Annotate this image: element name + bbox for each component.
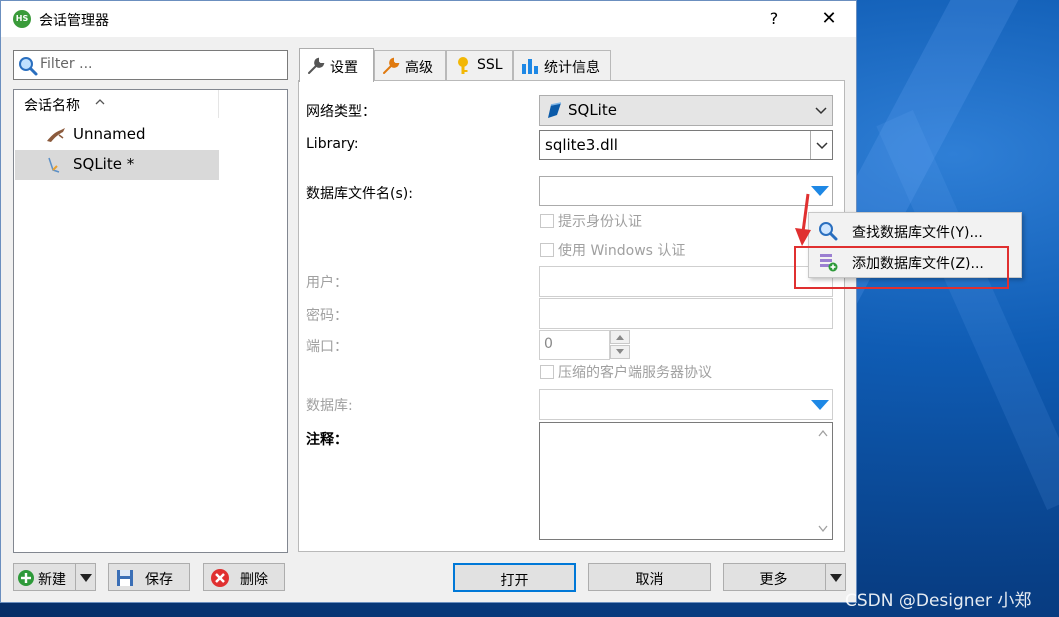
chevron-down-icon [816,142,828,150]
db-filename-input[interactable] [539,176,833,206]
add-icon [18,570,34,586]
port-label: 端口： [306,339,348,355]
save-label: 保存 [145,572,173,588]
network-type-select[interactable]: SQLite [539,95,833,126]
port-input[interactable]: 0 [539,330,610,360]
database-label: 数据库: [306,398,353,414]
cancel-label: 取消 [635,572,664,588]
checkbox-box [540,243,554,257]
port-increment-button[interactable] [610,330,630,344]
dropdown-triangle-icon[interactable] [810,399,830,411]
dropdown-triangle-icon [80,574,92,582]
password-input[interactable] [539,298,833,329]
annotation-arrow-icon [795,193,811,246]
compress-protocol-checkbox[interactable]: 压缩的客户端服务器协议 [540,362,712,382]
library-value: sqlite3.dll [545,136,618,154]
open-button[interactable]: 打开 [453,563,576,592]
delete-label: 删除 [240,572,268,588]
magnifier-icon [819,222,838,241]
save-button[interactable]: 保存 [108,563,190,591]
comment-textarea[interactable] [539,422,833,540]
port-value: 0 [544,336,553,352]
more-dropdown[interactable] [825,564,845,590]
settings-form: 网络类型： SQLite Library: sqlite3.dll 数据库文件名… [0,0,1059,617]
menu-item-label: 查找数据库文件(Y)... [852,225,983,241]
dropdown-triangle-icon [830,574,842,582]
db-filename-label: 数据库文件名(s): [306,186,413,202]
more-label: 更多 [759,572,788,588]
cancel-button[interactable]: 取消 [588,563,711,591]
compress-protocol-label: 压缩的客户端服务器协议 [558,365,712,381]
open-label: 打开 [500,573,529,589]
more-button[interactable]: 更多 [723,563,846,591]
comment-scrollbar[interactable] [814,423,832,539]
new-session-dropdown[interactable] [75,564,95,590]
windows-auth-label: 使用 Windows 认证 [558,243,686,259]
highlight-box [794,246,1009,289]
library-dropdown-button[interactable] [810,131,832,159]
user-input[interactable] [539,266,833,297]
new-session-label: 新建 [38,572,66,588]
port-stepper[interactable] [610,330,630,360]
network-type-value: SQLite [568,101,617,119]
port-decrement-button[interactable] [610,345,630,359]
watermark: CSDN @Designer 小郑 [845,591,1032,611]
comment-label: 注释： [306,432,348,448]
checkbox-box [540,365,554,379]
chevron-up-icon [818,429,828,437]
checkbox-box [540,214,554,228]
library-select[interactable]: sqlite3.dll [539,130,833,160]
chevron-down-icon [818,525,828,533]
new-session-button[interactable]: 新建 [13,563,96,591]
chevron-down-icon [616,349,624,354]
network-type-label: 网络类型： [306,104,376,120]
menu-item-find-db-file[interactable]: 查找数据库文件(Y)... [810,215,1020,245]
library-label: Library: [306,136,359,152]
database-select[interactable] [539,389,833,420]
sqlite-feather-icon [548,102,562,118]
password-label: 密码： [306,308,348,324]
delete-button[interactable]: 删除 [203,563,285,591]
chevron-down-icon [815,107,827,115]
prompt-auth-label: 提示身份认证 [558,214,642,230]
windows-auth-checkbox[interactable]: 使用 Windows 认证 [540,240,685,260]
chevron-up-icon [616,335,624,340]
delete-icon [211,569,229,587]
prompt-auth-checkbox[interactable]: 提示身份认证 [540,211,642,231]
floppy-disk-icon [117,570,133,586]
user-label: 用户： [306,275,348,291]
